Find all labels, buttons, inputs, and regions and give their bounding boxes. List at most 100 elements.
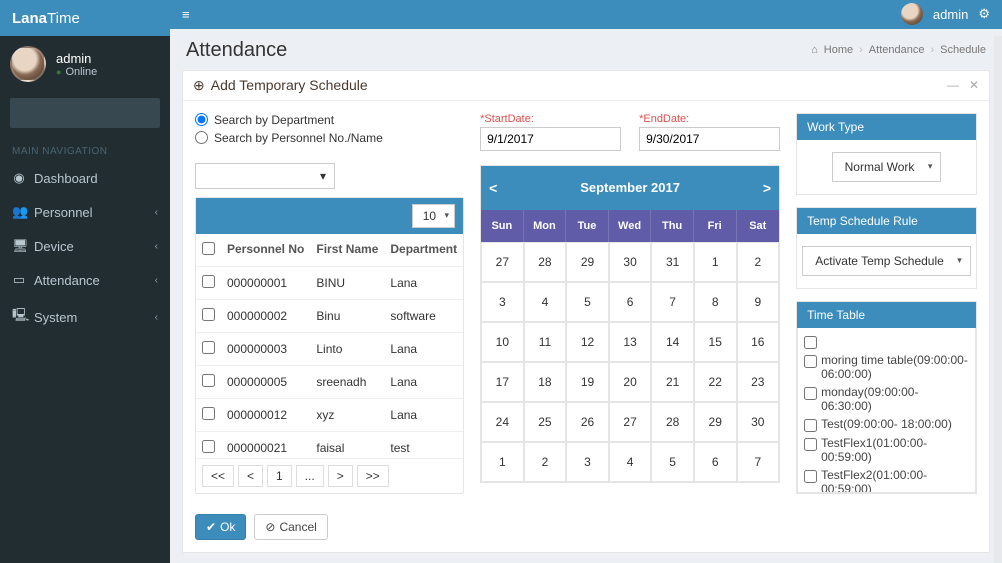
cal-cell[interactable]: 7	[651, 282, 694, 322]
tt-checkbox[interactable]	[804, 438, 817, 451]
cal-cell[interactable]: 14	[651, 322, 694, 362]
cal-cell[interactable]: 2	[524, 442, 567, 482]
pager-button[interactable]: >	[328, 465, 353, 487]
cal-cell[interactable]: 31	[651, 242, 694, 282]
cal-cell[interactable]: 4	[524, 282, 567, 322]
cal-cell[interactable]: 17	[481, 362, 524, 402]
cal-cell[interactable]: 12	[566, 322, 609, 362]
cal-cell[interactable]: 15	[694, 322, 737, 362]
pager-button[interactable]: >>	[357, 465, 389, 487]
cal-cell[interactable]: 10	[481, 322, 524, 362]
cal-cell[interactable]: 27	[609, 402, 652, 442]
department-select[interactable]: ▾	[195, 163, 335, 189]
radio-search-personnel[interactable]: Search by Personnel No./Name	[195, 131, 464, 145]
breadcrumb-mid[interactable]: Attendance	[869, 44, 925, 56]
settings-icon[interactable]: ⚙	[978, 6, 990, 22]
cal-cell[interactable]: 3	[566, 442, 609, 482]
sidebar-item-personnel[interactable]: 👥Personnel‹	[0, 195, 170, 229]
topbar-user[interactable]: admin	[933, 7, 968, 22]
ok-button[interactable]: ✔ Ok	[195, 514, 246, 540]
tt-select-all[interactable]	[804, 336, 817, 349]
row-checkbox[interactable]	[202, 308, 215, 321]
temp-rule-select[interactable]: Activate Temp Schedule	[802, 246, 971, 276]
collapse-icon[interactable]: —	[947, 78, 959, 92]
cal-cell[interactable]: 29	[694, 402, 737, 442]
start-date-input[interactable]	[480, 127, 621, 151]
cal-cell[interactable]: 16	[737, 322, 780, 362]
time-table-item[interactable]: monday(09:00:00- 06:30:00)	[804, 383, 969, 415]
cal-prev-icon[interactable]: <	[489, 180, 497, 196]
sidebar-search-input[interactable]	[10, 98, 160, 128]
cal-cell[interactable]: 28	[524, 242, 567, 282]
sidebar-item-dashboard[interactable]: ◉Dashboard	[0, 161, 170, 195]
cal-cell[interactable]: 22	[694, 362, 737, 402]
row-checkbox[interactable]	[202, 407, 215, 420]
cal-cell[interactable]: 30	[737, 402, 780, 442]
cal-cell[interactable]: 24	[481, 402, 524, 442]
tt-checkbox[interactable]	[804, 387, 817, 400]
cal-cell[interactable]: 20	[609, 362, 652, 402]
cal-cell[interactable]: 30	[609, 242, 652, 282]
cal-cell[interactable]: 7	[737, 442, 780, 482]
radio-dept-input[interactable]	[195, 113, 208, 126]
cancel-button[interactable]: ⊘ Cancel	[254, 514, 327, 540]
tt-checkbox[interactable]	[804, 355, 817, 368]
cal-cell[interactable]: 1	[481, 442, 524, 482]
cal-cell[interactable]: 6	[609, 282, 652, 322]
time-table-item[interactable]: TestFlex2(01:00:00- 00:59:00)	[804, 466, 969, 493]
pager-button[interactable]: 1	[267, 465, 292, 487]
breadcrumb-home[interactable]: Home	[824, 44, 853, 56]
cal-cell[interactable]: 21	[651, 362, 694, 402]
cal-cell[interactable]: 19	[566, 362, 609, 402]
sidebar-item-device[interactable]: 🖥Device‹	[0, 229, 170, 263]
tt-checkbox[interactable]	[804, 470, 817, 483]
page-size-select[interactable]: 10	[412, 204, 455, 228]
table-row[interactable]: 000000005 sreenadh Lana	[196, 365, 463, 398]
cal-cell[interactable]: 5	[651, 442, 694, 482]
cal-cell[interactable]: 27	[481, 242, 524, 282]
cal-cell[interactable]: 25	[524, 402, 567, 442]
cal-cell[interactable]: 26	[566, 402, 609, 442]
table-row[interactable]: 000000002 Binu software	[196, 299, 463, 332]
menu-toggle-icon[interactable]: ≡	[182, 7, 190, 22]
tt-checkbox[interactable]	[804, 419, 817, 432]
cal-cell[interactable]: 28	[651, 402, 694, 442]
select-all-checkbox[interactable]	[202, 242, 215, 255]
cal-cell[interactable]: 13	[609, 322, 652, 362]
pager-button[interactable]: <<	[202, 465, 234, 487]
row-checkbox[interactable]	[202, 341, 215, 354]
sidebar-item-system[interactable]: 🖳System‹	[0, 297, 170, 337]
row-checkbox[interactable]	[202, 440, 215, 453]
cal-cell[interactable]: 1	[694, 242, 737, 282]
cal-next-icon[interactable]: >	[763, 180, 771, 196]
cal-cell[interactable]: 29	[566, 242, 609, 282]
row-checkbox[interactable]	[202, 374, 215, 387]
cal-cell[interactable]: 8	[694, 282, 737, 322]
table-row[interactable]: 000000003 Linto Lana	[196, 332, 463, 365]
cal-cell[interactable]: 2	[737, 242, 780, 282]
row-checkbox[interactable]	[202, 275, 215, 288]
cal-cell[interactable]: 4	[609, 442, 652, 482]
cal-cell[interactable]: 11	[524, 322, 567, 362]
cal-cell[interactable]: 23	[737, 362, 780, 402]
table-row[interactable]: 000000001 BINU Lana	[196, 266, 463, 299]
cal-cell[interactable]: 3	[481, 282, 524, 322]
cal-cell[interactable]: 6	[694, 442, 737, 482]
pager-button[interactable]: <	[238, 465, 263, 487]
time-table-item[interactable]: TestFlex1(01:00:00- 00:59:00)	[804, 434, 969, 466]
end-date-input[interactable]	[639, 127, 780, 151]
table-row[interactable]: 000000012 xyz Lana	[196, 398, 463, 431]
radio-personnel-input[interactable]	[195, 131, 208, 144]
time-table-item[interactable]: Test(09:00:00- 18:00:00)	[804, 415, 969, 434]
sidebar-item-attendance[interactable]: ▭Attendance‹	[0, 263, 170, 297]
cal-cell[interactable]: 18	[524, 362, 567, 402]
close-icon[interactable]: ✕	[969, 78, 979, 92]
radio-search-dept[interactable]: Search by Department	[195, 113, 464, 127]
cal-cell[interactable]: 9	[737, 282, 780, 322]
time-table-item[interactable]: moring time table(09:00:00- 06:00:00)	[804, 351, 969, 383]
work-type-select[interactable]: Normal Work	[832, 152, 942, 182]
pager-button[interactable]: ...	[296, 465, 324, 487]
topbar-avatar[interactable]	[901, 3, 923, 25]
table-row[interactable]: 000000021 faisal test	[196, 431, 463, 458]
cal-cell[interactable]: 5	[566, 282, 609, 322]
